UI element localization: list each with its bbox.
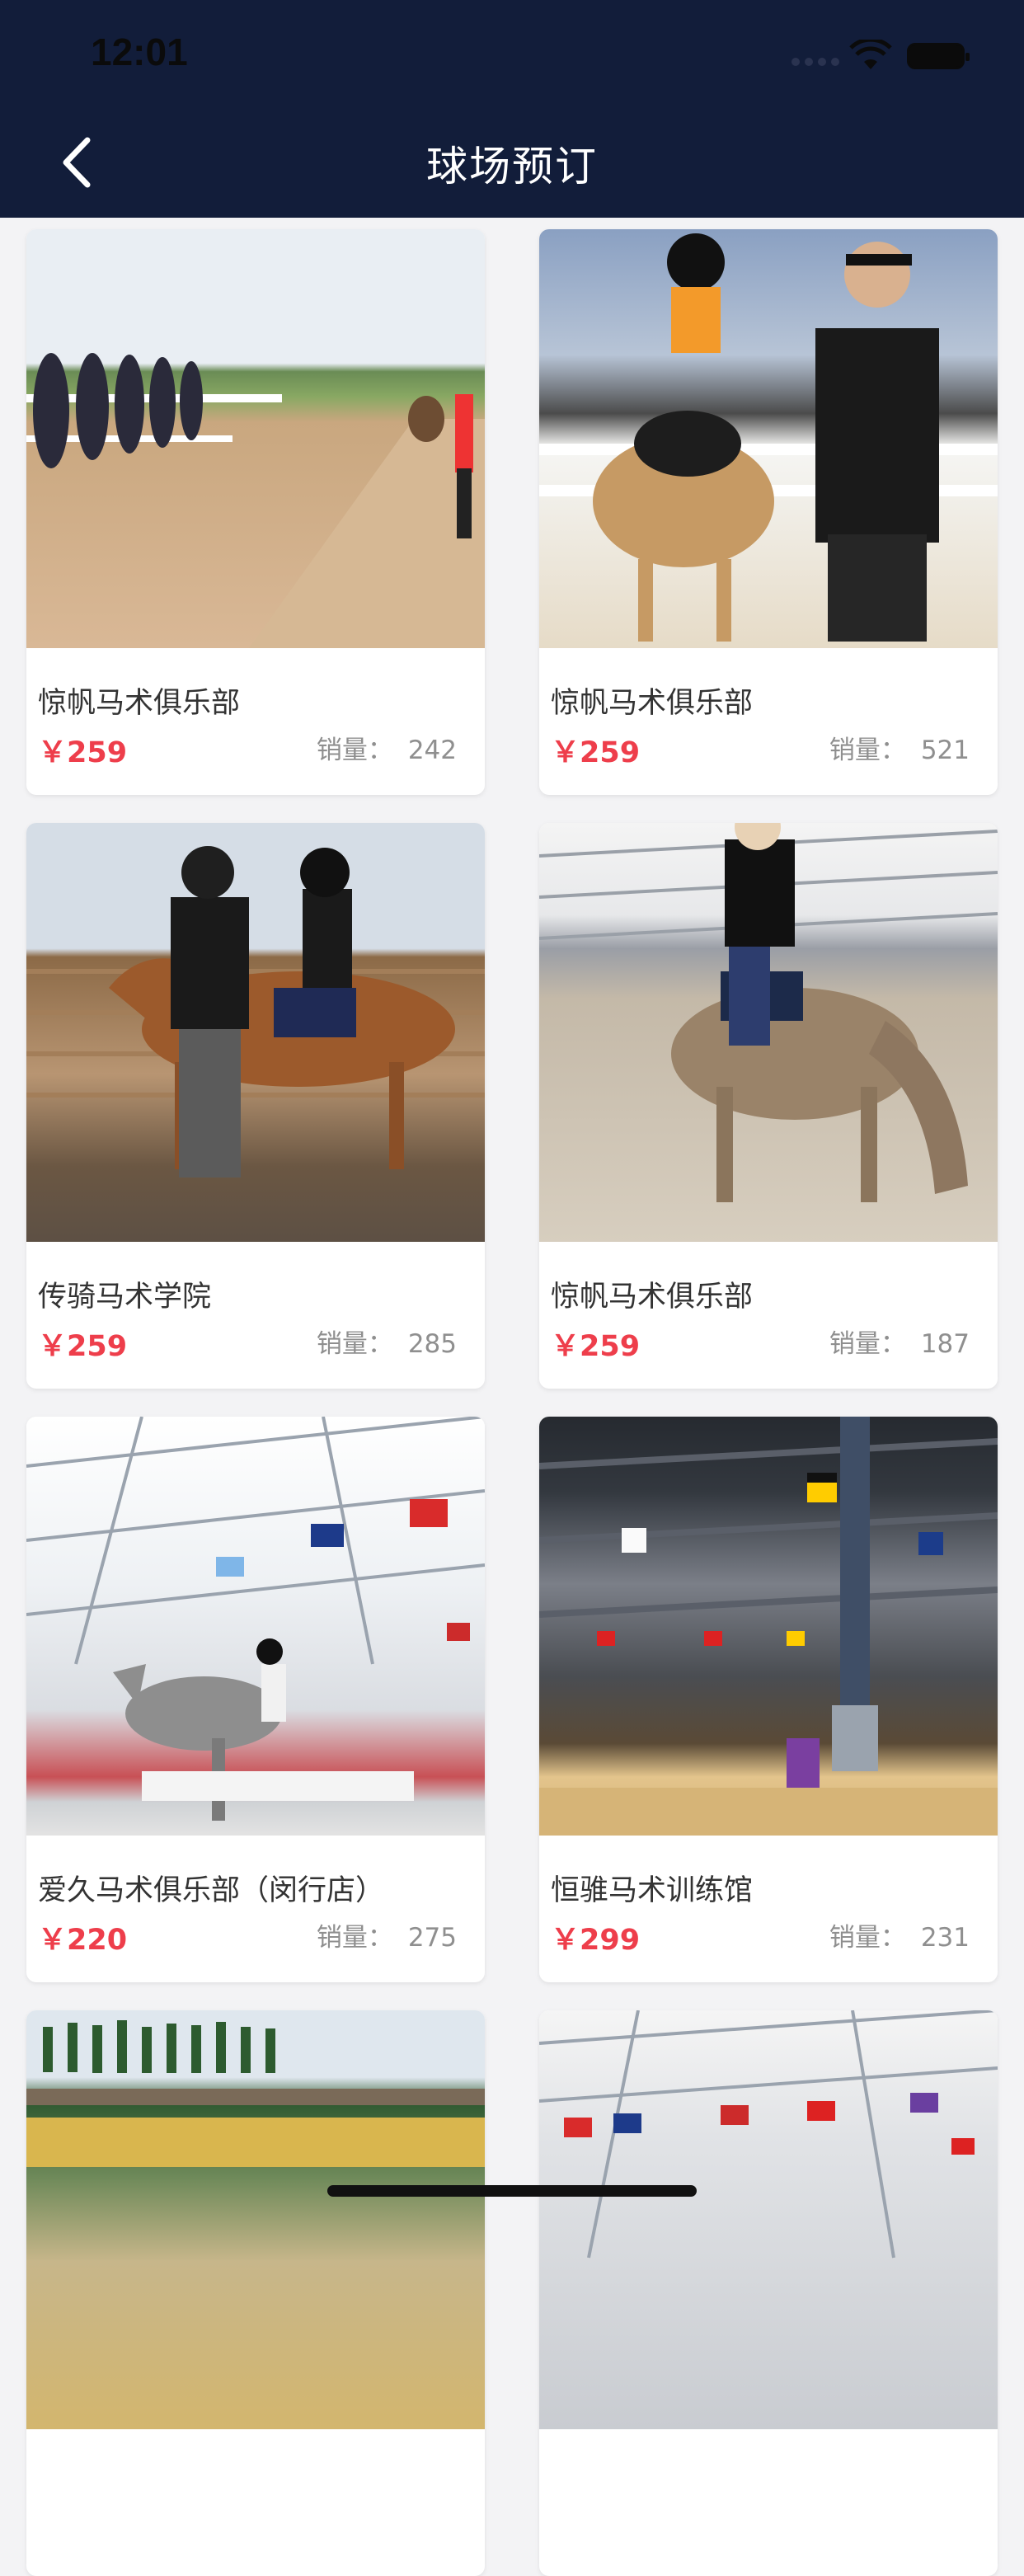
cellular-signal-icon [791,58,839,66]
photo-scene [539,2010,998,2259]
sales-count: 187 [920,1329,970,1359]
venue-card[interactable]: 惊帆马术俱乐部 ￥259 销量： 187 [539,823,998,1389]
venue-photo[interactable] [539,823,998,1242]
venue-card[interactable]: 传骑马术学院 ￥259 销量： 285 [26,823,485,1389]
sales-count: 521 [920,736,970,765]
app-header: 12:01 球场预订 [0,0,1024,218]
venue-photo[interactable] [26,1417,485,1836]
venue-sales: 销量： 231 [829,1916,970,1953]
page-title: 球场预订 [426,143,598,190]
venue-sales: 销量： 285 [317,1323,457,1360]
venue-card[interactable] [539,2010,998,2576]
venue-price: ￥220 [38,1924,128,1957]
sales-label: 销量： [829,736,906,765]
venue-name: 传骑马术学院 [38,1281,212,1314]
venue-photo[interactable] [26,2010,485,2429]
venue-card[interactable]: 惊帆马术俱乐部 ￥259 销量： 242 [26,229,485,795]
photo-scene [539,1417,998,1836]
venue-photo[interactable] [539,2010,998,2429]
venue-price: ￥259 [551,736,641,769]
venue-name: 爱久马术俱乐部（闵行店） [38,1874,385,1907]
photo-scene [26,846,485,1178]
venue-grid: 惊帆马术俱乐部 ￥259 销量： 242 惊帆马术俱乐部 ￥259 销量： 521 [0,218,1024,2576]
venue-sales: 销量： 521 [829,729,970,766]
photo-scene [539,233,998,642]
venue-photo[interactable] [26,229,485,648]
sales-count: 242 [407,736,457,765]
venue-sales: 销量： 187 [829,1323,970,1360]
venue-price: ￥259 [38,1330,128,1363]
venue-price: ￥299 [551,1924,641,1957]
venue-price: ￥259 [38,736,128,769]
sales-count: 285 [407,1329,457,1359]
venue-card[interactable]: 恒骓马术训练馆 ￥299 销量： 231 [539,1417,998,1982]
photo-scene [539,823,998,1202]
venue-photo[interactable] [539,1417,998,1836]
venue-photo[interactable] [26,823,485,1242]
venue-name: 惊帆马术俱乐部 [38,687,241,720]
photo-scene [26,353,485,648]
sales-label: 销量： [316,1329,393,1359]
venue-name: 恒骓马术训练馆 [551,1874,754,1907]
sales-label: 销量： [316,1923,393,1953]
battery-icon [907,43,970,69]
photo-scene [26,1417,485,1821]
venue-photo[interactable] [539,229,998,648]
home-indicator [327,2185,697,2197]
status-time: 12:01 [91,31,188,73]
venue-card[interactable]: 爱久马术俱乐部（闵行店） ￥220 销量： 275 [26,1417,485,1982]
venue-sales: 销量： 275 [317,1916,457,1953]
venue-price: ￥259 [551,1330,641,1363]
sales-label: 销量： [316,736,393,765]
sales-count: 275 [407,1923,457,1953]
sales-label: 销量： [829,1923,906,1953]
venue-card[interactable]: 惊帆马术俱乐部 ￥259 销量： 521 [539,229,998,795]
photo-scene [26,2020,485,2167]
venue-name: 惊帆马术俱乐部 [551,687,754,720]
venue-card[interactable] [26,2010,485,2576]
sales-count: 231 [920,1923,970,1953]
venue-sales: 销量： 242 [317,729,457,766]
sales-label: 销量： [829,1329,906,1359]
venue-name: 惊帆马术俱乐部 [551,1281,754,1314]
wifi-icon [849,40,892,69]
